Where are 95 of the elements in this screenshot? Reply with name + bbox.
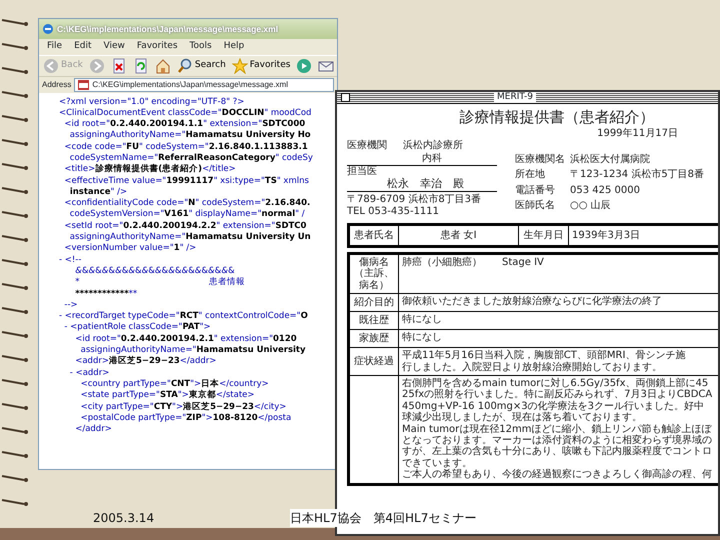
xml-line: <id root="0.2.440.200194.2.1" extension="0120 <box>74 334 298 346</box>
xml-line: <code code="FU" codeSystem="2.16.840.1.113883.1 <box>63 142 309 153</box>
xml-line: ************** <box>74 288 138 300</box>
field-label: 医療機関 <box>347 140 387 151</box>
xml-line: - <!-- <box>59 254 82 266</box>
home-icon <box>154 58 171 74</box>
xml-line: <effectiveTime value="19991117" xsi:type="TS" xmlns <box>63 176 310 187</box>
xml-line: - <patientRole classCode="PAT"> <box>63 322 212 334</box>
search-icon <box>176 58 193 74</box>
doctor-name: 松永 幸治 殿 <box>387 177 464 190</box>
row-label-line: （主訴、 <box>353 268 395 280</box>
field-label: 電話番号 <box>515 184 556 196</box>
star-icon <box>232 58 248 74</box>
window-close-box[interactable] <box>341 93 350 102</box>
xml-line: <country partType="CNT">日本</country> <box>80 378 270 390</box>
cell-text-line: すが、左上葉の含気も十分にあり、咳嗽も下記内服薬程度でコントロ <box>402 446 713 458</box>
field-value: ○○ 山辰 <box>570 200 611 212</box>
field-value: 〒123-1234 浜松市5丁目8番 <box>570 169 704 180</box>
xml-line: <postalCode partType="ZIP">108-8120</posta <box>80 412 292 424</box>
row-label-line: 傷病名 <box>358 257 390 268</box>
favorites-button[interactable]: Favorites <box>232 58 290 74</box>
browser-logo-icon <box>42 23 54 35</box>
xml-line: assigningAuthorityName="Hamamatsu University Un <box>68 232 312 244</box>
xml-line: - <recordTarget typeCode="RCT" contextControlCode="O <box>59 311 309 322</box>
row-label-line: 既往歴 <box>358 315 390 326</box>
menu-item[interactable]: Help <box>224 40 244 54</box>
footer-date: 2005.3.14 <box>93 510 154 527</box>
field-label: 所在地 <box>515 169 546 180</box>
cell-text-line: となっております。マーカーは添付資料のように相変わらず境界域の <box>402 435 713 446</box>
row-label-line: 病名） <box>358 280 390 292</box>
cell-text-line: 肺癌（小細胞癌） Stage IV <box>402 257 545 268</box>
xml-line: <versionNumber value="1" /> <box>63 243 198 255</box>
xml-line: <state partType="STA">東京都</state> <box>80 390 256 402</box>
menu-item[interactable]: View <box>104 40 125 54</box>
xml-line: * 患者情報 <box>74 277 246 289</box>
menu-item[interactable]: Favorites <box>136 40 178 54</box>
xml-line: assigningAuthorityName="Hamamatsu University <box>80 345 307 356</box>
xml-line: instance" /> <box>68 186 128 198</box>
cell-text-line: 御依頼いただきました放射線治療ならびに化学療法の終了 <box>402 296 663 308</box>
stop-icon <box>110 58 127 74</box>
field-value: 浜松内診療所 <box>403 140 463 151</box>
refresh-icon <box>132 58 149 74</box>
window-title: MERIT-9 <box>494 92 536 103</box>
row-label-line: 症状経過 <box>353 356 395 368</box>
xml-line: --> <box>63 300 79 312</box>
xml-line: <confidentialityCode code="N" codeSystem="2.16.840. <box>63 198 312 210</box>
xml-line: <?xml version="1.0" encoding="UTF-8" ?> <box>59 96 246 108</box>
search-button[interactable]: Search <box>176 58 226 74</box>
cell-text-line: ご本人の希望もあり、今後の経過観察につきよろしく御高診の程、何 <box>402 469 713 481</box>
address-label: Address <box>42 78 72 90</box>
menu-item[interactable]: Edit <box>74 40 92 54</box>
xml-line: assigningAuthorityName="Hamamatsu University Ho <box>68 130 312 142</box>
xml-line: <id root="0.2.440.200194.1.1" extension="SDTC000 <box>63 119 306 130</box>
xml-line: codeSystemVersion="V161" displayName="normal" / <box>68 209 306 221</box>
document-title: 診療情報提供書（患者紹介） <box>458 108 656 127</box>
xml-file-icon <box>78 80 90 90</box>
cell-text-line: 右側肺門を含めるmain tumorに対し6.5Gy/35fx、両側鎖上部に45 <box>402 378 710 390</box>
cell-text-line: 球減少出現しましたが、現在は落ち着いております。 <box>402 412 643 424</box>
xml-line: &&&&&&&&&&&&&&&&&&&&&&&& <box>74 266 236 277</box>
cell-text-line: できています。 <box>402 458 473 469</box>
menu-item[interactable]: File <box>47 40 62 54</box>
home-button[interactable] <box>154 58 171 74</box>
phone-text: TEL 053-435-1111 <box>347 206 440 216</box>
window-title: C:\KEG\implementations\Japan\message\message.xml <box>57 22 278 36</box>
row-label-line: 紹介目的 <box>353 297 395 308</box>
stop-button[interactable] <box>110 58 127 74</box>
media-button[interactable] <box>296 58 312 74</box>
cell-text-line: 450mg+VP-16 100mg×3の化学療法を3クール行いました。好中 <box>402 400 705 412</box>
field-label: 医療機関名 <box>515 154 566 165</box>
xml-line: codeSystemName="ReferralReasonCategory" codeSy <box>68 152 314 164</box>
cell-text-line: 25fxの照射を行いました。特に副反応みられず、7月3日よりCBDCA <box>402 389 714 400</box>
cell-text-line: 平成11年5月16日当科入院，胸腹部CT、頭部MRI、骨シンチ施 <box>402 350 686 362</box>
menu-item[interactable]: Tools <box>190 40 212 54</box>
xml-line: <ClinicalDocumentEvent classCode="DOCCLIN" moodCod <box>59 108 312 120</box>
address-field[interactable]: C:\KEG\implementations\Japan\message\message.xml <box>74 78 334 92</box>
field-label: 担当医 <box>347 166 377 176</box>
refresh-button[interactable] <box>132 58 149 74</box>
row-label-line: 家族歴 <box>358 333 390 344</box>
xml-line: <title>診療情報提供書(患者紹介)</title> <box>63 164 237 176</box>
cell-text-line: 特になし <box>402 332 443 344</box>
field-label: 医師氏名 <box>515 200 556 212</box>
cell-text-line: 行しました。入院翌日より放射線治療開始しております。 <box>402 362 663 374</box>
cell-text-line: Main tumorは現在径12mmほどに縮小、鎖上リンパ節も触診上ほぼ <box>402 424 713 435</box>
xml-line: <setId root="0.2.440.200194.2.2" extension="SDTC0 <box>63 220 308 232</box>
footer-title: 日本HL7協会 第4回HL7セミナー <box>290 509 476 527</box>
xml-line: </addr> <box>74 424 113 436</box>
field-value: 浜松医大付属病院 <box>570 154 650 165</box>
cell-text-line: 特になし <box>402 314 443 326</box>
address-text: 〒789-6709 浜松市8丁目3番 <box>347 194 482 205</box>
xml-line: <addr>港区芝5−29−23</addr> <box>74 356 218 368</box>
field-value: 053 425 0000 <box>570 184 640 196</box>
xml-line: - <addr> <box>68 368 110 379</box>
department-name: 内科 <box>422 153 442 164</box>
document-date: 1999年11月17日 <box>596 128 679 140</box>
xml-line: <city partType="CTY">港区芝5−29−23</city> <box>80 402 288 413</box>
